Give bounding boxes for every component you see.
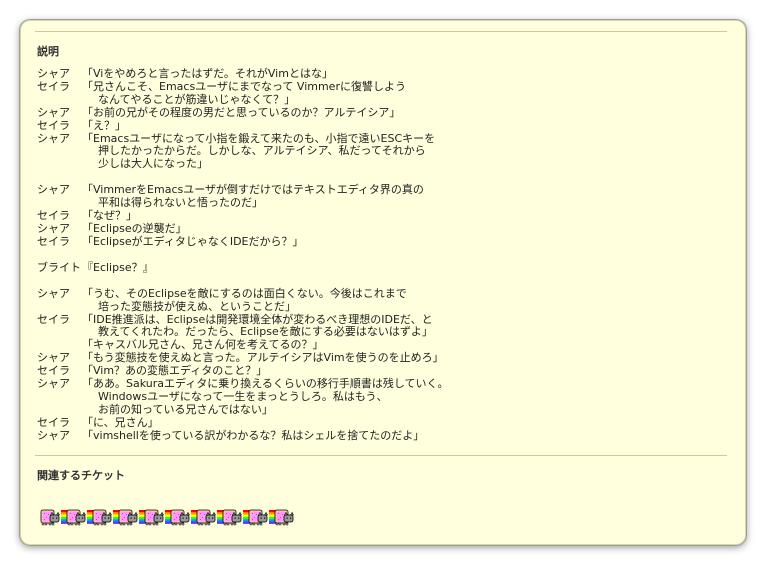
speech-line: お前の知っている兄さんではない」 [98, 402, 273, 416]
speech-text: 『Eclipse？』 [82, 260, 154, 275]
nyan-cat-icon [165, 509, 191, 526]
related-tickets-heading: 関連するチケット [37, 469, 125, 482]
speaker-name: セイラ [37, 79, 70, 93]
dialogue-line: シャア 「Emacsユーザになって小指を鍛えて来たのも、小指で遠いESCキーを 押し… [37, 131, 727, 172]
related-tickets-list [35, 507, 295, 527]
issue-panel: 説明 シャア 「Viをやめろと言ったはずだ。それがVimとはな」 セイラ 「兄さんこそ… [20, 20, 746, 545]
related-ticket-link[interactable] [61, 507, 87, 527]
speech-line: 「ああ。Sakuraエディタに乗り換えるくらいの移行手順書は残していく。 [82, 377, 449, 391]
speech-line: 「Eclipseの逆襲だ」 [82, 221, 187, 235]
speaker-name: シャア [37, 428, 70, 442]
speech-line: 「え？」 [82, 118, 126, 132]
speech-text: 「Eclipseの逆襲だ」 [82, 221, 187, 236]
related-ticket-link[interactable] [217, 507, 243, 527]
speaker-name: セイラ [37, 415, 70, 429]
nyan-cat-icon [269, 509, 295, 526]
speech-text: 「に、兄さん」 [82, 415, 159, 430]
dialogue-line: ブライト 『Eclipse？』 [37, 260, 727, 275]
speech-line: 「うむ、そのEclipseを敵にするのは面白くない。今後はこれまで [82, 286, 407, 300]
dialogue-line: セイラ 「に、兄さん」 [37, 415, 727, 430]
speaker-name: シャア [37, 377, 70, 391]
speech-text: 「兄さんこそ、Emacsユーザにまでなって Vimmerに復讐しよう なんてやるこ… [82, 79, 406, 107]
section-divider [35, 455, 727, 456]
speech-text: 「EclipseがエディタじゃなくIDEだから？」 [82, 234, 304, 249]
dialogue-line: シャア 「ああ。Sakuraエディタに乗り換えるくらいの移行手順書は残していく。 W… [37, 377, 727, 417]
speech-text: 「vimshellを使っている訳がわかるな？私はシェルを捨てたのだよ」 [82, 428, 425, 443]
speaker-name: シャア [37, 221, 70, 235]
speech-line: 「お前の兄がその程度の男だと思っているのか？アルテイシア」 [82, 105, 401, 119]
speech-line: 『Eclipse？』 [82, 260, 154, 274]
dialogue-line: シャア 「VimmerをEmacsユーザが倒すだけではテキストエディタ界の真の 平和… [37, 183, 727, 210]
dialogue-line: セイラ 「え？」 [37, 118, 727, 133]
description-heading: 説明 [37, 45, 59, 58]
dialogue-line: シャア 「Eclipseの逆襲だ」 [37, 221, 727, 236]
speaker-name: セイラ [37, 234, 70, 248]
dialogue-line: シャア 「うむ、そのEclipseを敵にするのは面白くない。今後はこれまで 培った変… [37, 286, 727, 314]
speech-text: 「Viをやめろと言ったはずだ。それがVimとはな」 [82, 67, 333, 81]
speech-line: 「に、兄さん」 [82, 415, 159, 429]
related-ticket-link[interactable] [269, 507, 295, 527]
speech-line: 培った変態技が使えぬ、ということだ」 [98, 299, 296, 313]
speech-text: 「ああ。Sakuraエディタに乗り換えるくらいの移行手順書は残していく。 Wind… [82, 377, 449, 417]
dialogue-line: シャア 「Viをやめろと言ったはずだ。それがVimとはな」 [37, 67, 727, 81]
speech-line: 「EclipseがエディタじゃなくIDEだから？」 [82, 234, 304, 248]
related-ticket-link[interactable] [243, 507, 269, 527]
dialogue-line: シャア 「お前の兄がその程度の男だと思っているのか？アルテイシア」 [37, 105, 727, 120]
nyan-cat-icon [191, 509, 217, 526]
related-ticket-link[interactable] [113, 507, 139, 527]
nyan-cat-icon [139, 509, 165, 526]
speaker-name: セイラ [37, 118, 70, 132]
related-ticket-link[interactable] [191, 507, 217, 527]
speaker-name: シャア [37, 131, 70, 145]
speech-line: 「兄さんこそ、Emacsユーザにまでなって Vimmerに復讐しよう [82, 79, 406, 93]
related-ticket-link[interactable] [139, 507, 165, 527]
dialogue-line: シャア 「vimshellを使っている訳がわかるな？私はシェルを捨てたのだよ」 [37, 428, 727, 443]
speaker-name: ブライト [37, 260, 81, 274]
nyan-cat-icon [61, 509, 87, 526]
speaker-name: セイラ [37, 312, 70, 326]
speech-text: 「VimmerをEmacsユーザが倒すだけではテキストエディタ界の真の 平和は得ら… [82, 183, 424, 210]
nyan-cat-icon [113, 509, 139, 526]
nyan-cat-icon [217, 509, 243, 526]
dialogue-line: セイラ 「IDE推進派は、Eclipseは開発環境全体が変わるべき理想のIDEだ、… [37, 312, 727, 340]
nyan-cat-icon [87, 509, 113, 526]
speech-line: Windowsユーザになって一生をまっとうしろ。私はもう、 [98, 389, 388, 403]
speech-text: 「え？」 [82, 118, 126, 133]
speech-line: なんてやることが筋違いじゃなくて？」 [98, 92, 296, 106]
related-ticket-link[interactable] [35, 507, 61, 527]
nyan-cat-icon [243, 509, 269, 526]
speaker-name: シャア [37, 67, 70, 80]
related-ticket-link[interactable] [87, 507, 113, 527]
speech-text: 「IDE推進派は、Eclipseは開発環境全体が変わるべき理想のIDEだ、と 教え… [82, 313, 433, 340]
speaker-name: シャア [37, 105, 70, 119]
speech-line: 「vimshellを使っている訳がわかるな？私はシェルを捨てたのだよ」 [82, 428, 425, 442]
speech-text: 「うむ、そのEclipseを敵にするのは面白くない。今後はこれまで 培った変態技が… [82, 286, 407, 314]
speaker-name: シャア [37, 286, 70, 300]
related-ticket-link[interactable] [165, 507, 191, 527]
dialogue-line: セイラ 「兄さんこそ、Emacsユーザにまでなって Vimmerに復讐しよう なんて… [37, 79, 727, 107]
top-divider [35, 31, 727, 32]
speech-text: 「お前の兄がその程度の男だと思っているのか？アルテイシア」 [82, 105, 401, 120]
speech-line: 「Viをやめろと言ったはずだ。それがVimとはな」 [82, 67, 333, 80]
dialogue-line: セイラ 「EclipseがエディタじゃなくIDEだから？」 [37, 234, 727, 249]
description-body: シャア 「Viをやめろと言ったはずだ。それがVimとはな」 セイラ 「兄さんこそ、Em… [37, 67, 727, 443]
nyan-cat-icon [40, 509, 61, 526]
speaker-name: シャア [37, 183, 70, 197]
speech-text: 「Emacsユーザになって小指を鍛えて来たのも、小指で遠いESCキーを 押したかっ… [82, 132, 435, 172]
speech-line: 少しは大人になった」 [98, 157, 208, 171]
